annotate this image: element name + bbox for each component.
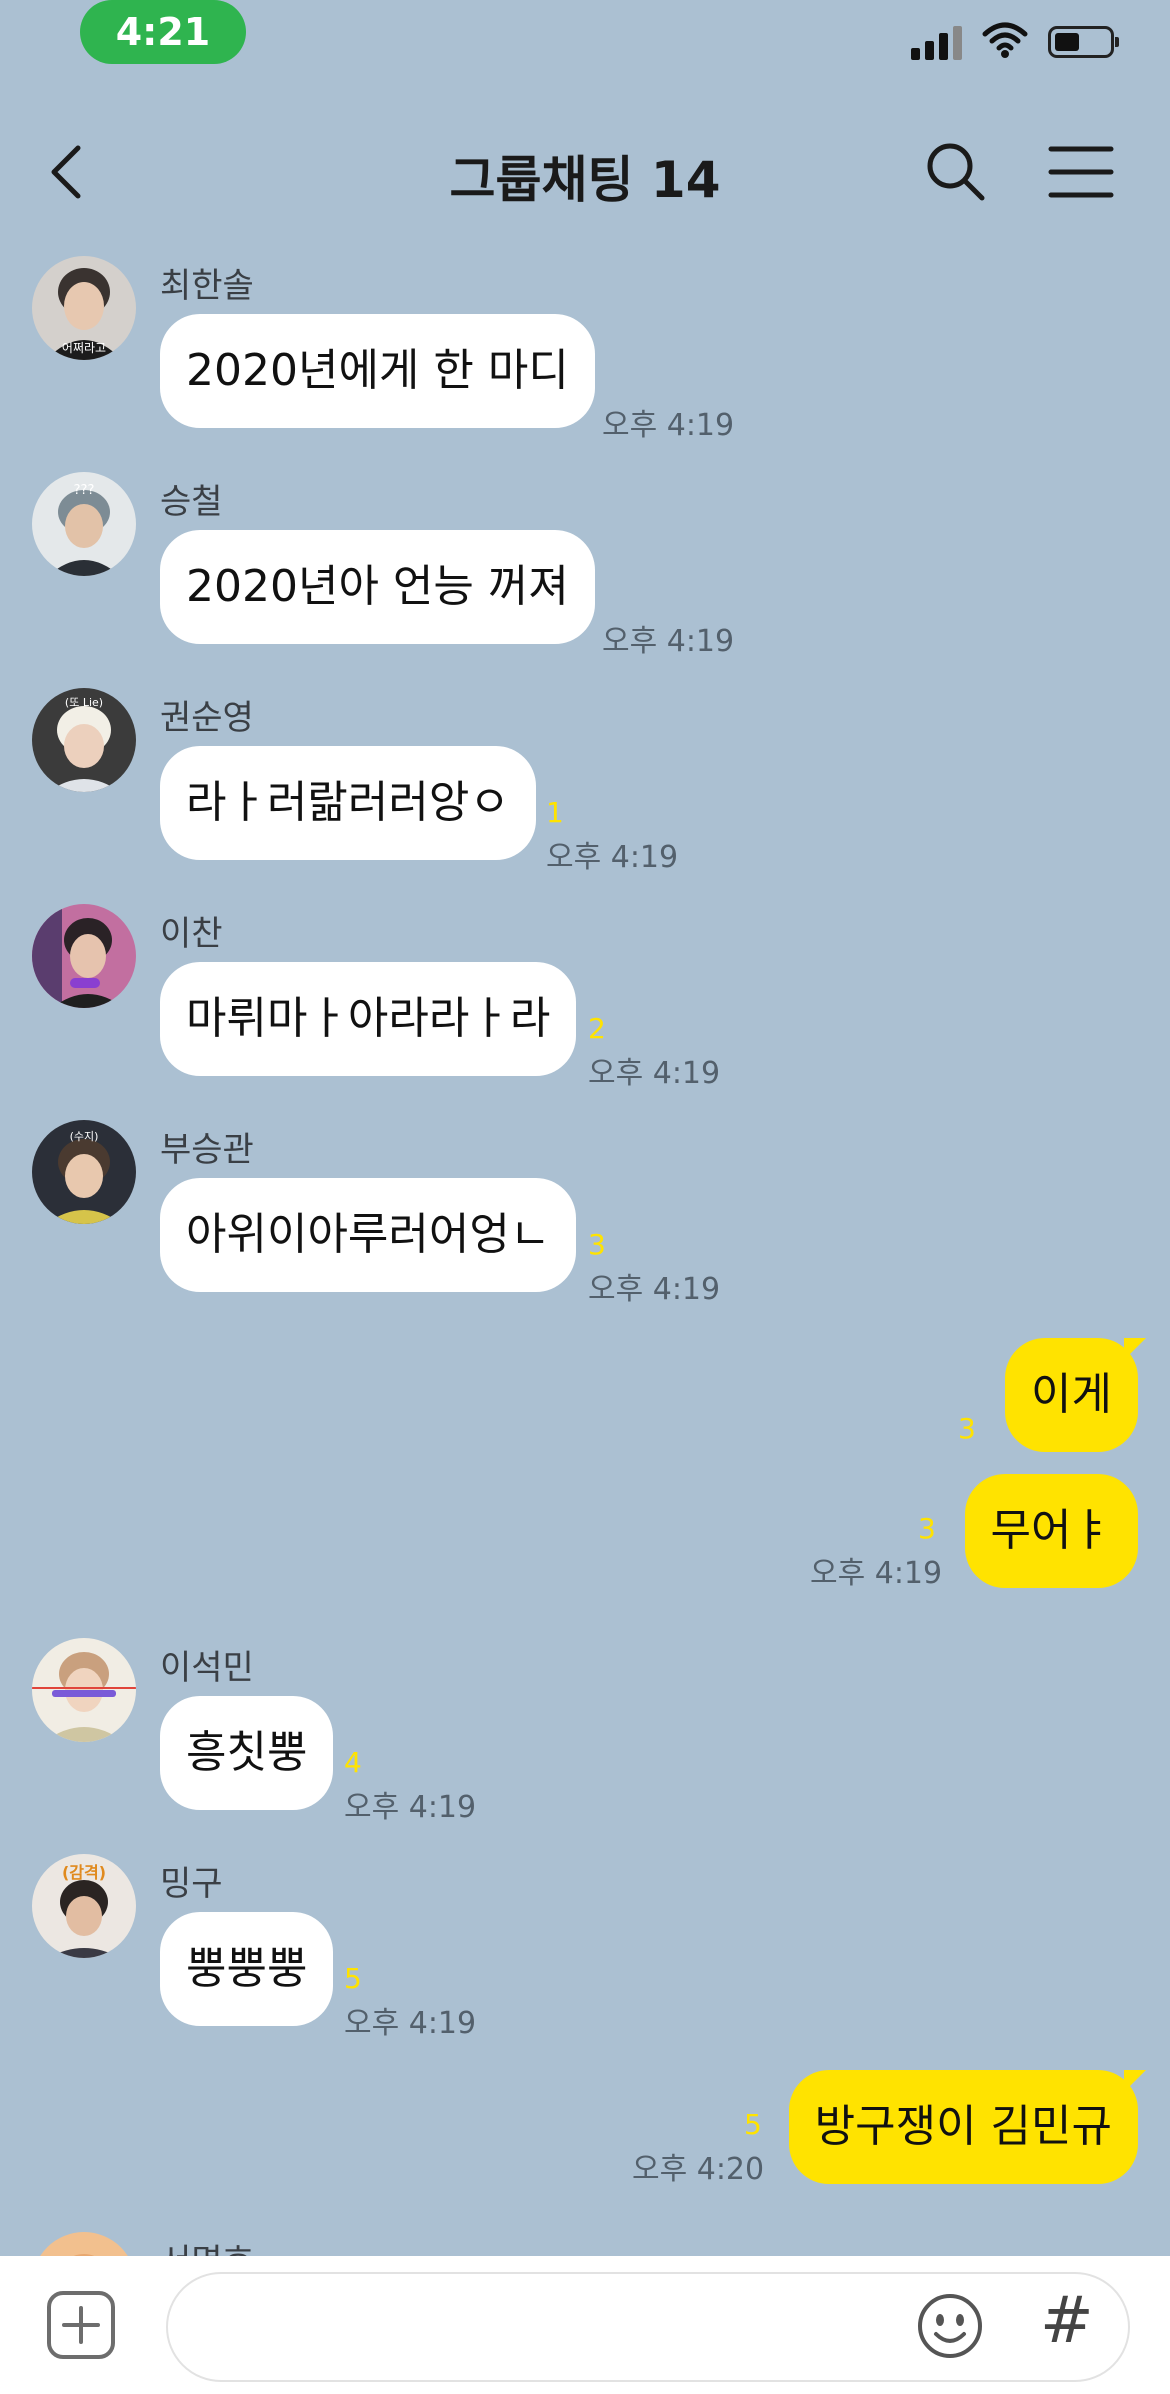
message-time: 오후 4:19: [602, 624, 735, 659]
unread-count: 5: [344, 1962, 362, 1995]
menu-icon[interactable]: [1048, 144, 1114, 200]
my-message-bubble[interactable]: 이게: [1005, 1338, 1146, 1452]
hashtag-icon[interactable]: #: [1040, 2284, 1094, 2358]
message-time: 오후 4:19: [546, 840, 679, 875]
avatar[interactable]: (수지): [32, 1120, 136, 1224]
message-bubble[interactable]: 마뤼마ㅏ아라라ㅏ라: [160, 962, 577, 1076]
my-message-bubble[interactable]: 무어ㅑ: [964, 1474, 1138, 1588]
unread-count: 1: [546, 796, 564, 829]
message-time: 오후 4:19: [344, 1790, 477, 1825]
avatar-caption: (수지): [70, 1130, 99, 1143]
sender-name: 최한솔: [160, 266, 254, 306]
unread-count: 3: [588, 1228, 606, 1261]
message-bubble[interactable]: 2020년에게 한 마디: [160, 314, 595, 428]
battery-icon: [1048, 26, 1119, 58]
sender-name: 밍구: [160, 1864, 223, 1904]
chat-title: 그룹채팅 14: [449, 151, 721, 209]
chat-header: 그룹채팅 14: [0, 110, 1170, 230]
avatar[interactable]: [32, 904, 136, 1008]
unread-count: 5: [744, 2108, 762, 2141]
message-time: 오후 4:19: [588, 1056, 721, 1091]
message-bubble[interactable]: 2020년아 언능 꺼져: [160, 530, 595, 644]
avatar[interactable]: 어쩌라고: [32, 256, 136, 360]
unread-count: 3: [958, 1412, 976, 1445]
message-bubble[interactable]: 아위이아루러어엉ㄴ: [160, 1178, 577, 1292]
avatar-caption: (또 Lie): [65, 696, 103, 709]
attach-plus-icon[interactable]: [46, 2290, 116, 2360]
status-time: 4:21: [80, 0, 246, 64]
sender-name: 승철: [160, 482, 223, 522]
sender-name: 이찬: [160, 914, 223, 954]
unread-count: 3: [918, 1512, 936, 1545]
sender-name: 권순영: [160, 698, 254, 738]
search-icon[interactable]: [924, 140, 988, 204]
unread-count: 2: [588, 1012, 606, 1045]
message-input[interactable]: [166, 2272, 1130, 2382]
sender-name: 이석민: [160, 1648, 254, 1688]
avatar-caption: ???: [74, 483, 95, 498]
message-bubble[interactable]: 뿡뿡뿡: [160, 1912, 334, 2026]
message-time: 오후 4:20: [632, 2152, 765, 2187]
message-bubble[interactable]: 흥칫뿡: [160, 1696, 334, 1810]
my-message-bubble[interactable]: 방구쟁이 김민규: [788, 2070, 1147, 2184]
wifi-icon: [982, 22, 1028, 62]
avatar[interactable]: [32, 1638, 136, 1742]
emoji-icon[interactable]: [916, 2292, 984, 2360]
status-bar: 4:21: [0, 0, 1170, 80]
signal-icon: [911, 24, 962, 60]
avatar-caption: 어쩌라고: [62, 341, 106, 355]
message-time: 오후 4:19: [344, 2006, 477, 2041]
avatar-caption: (감격): [62, 1863, 106, 1882]
unread-count: 4: [344, 1746, 362, 1779]
message-time: 오후 4:19: [810, 1556, 943, 1591]
avatar[interactable]: ???: [32, 472, 136, 576]
sender-name: 부승관: [160, 1130, 254, 1170]
status-icons: [911, 20, 1119, 64]
avatar[interactable]: (또 Lie): [32, 688, 136, 792]
message-input-bar: #: [0, 2256, 1170, 2394]
message-bubble[interactable]: 라ㅏ러랆러러앙ㅇ: [160, 746, 536, 860]
message-time: 오후 4:19: [588, 1272, 721, 1307]
message-time: 오후 4:19: [602, 408, 735, 443]
avatar[interactable]: (감격): [32, 1854, 136, 1958]
